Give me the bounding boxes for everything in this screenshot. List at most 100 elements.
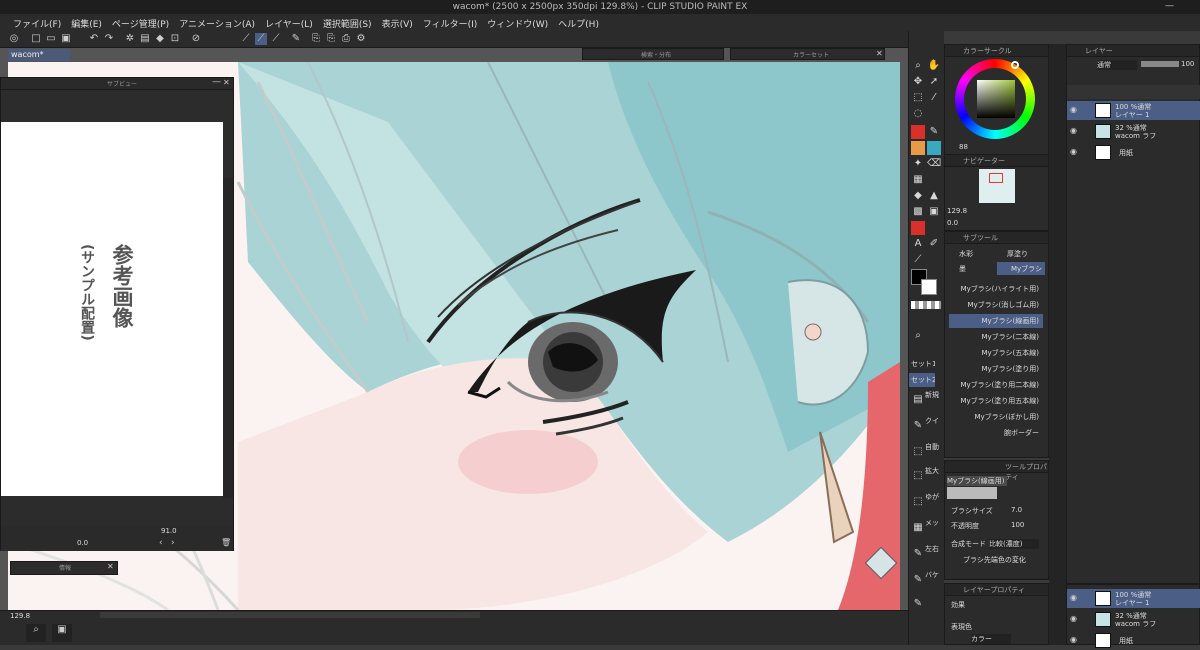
- hue-marker[interactable]: [1011, 61, 1019, 69]
- navigator-angle[interactable]: 0.0: [947, 219, 958, 227]
- operation-tool-icon[interactable]: ➚: [927, 75, 941, 89]
- delete-icon[interactable]: 🗑: [221, 538, 231, 547]
- layer-name[interactable]: 用紙: [1119, 148, 1133, 158]
- menu-layer[interactable]: レイヤー(L): [260, 14, 318, 31]
- menu-page[interactable]: ページ管理(P): [107, 14, 174, 31]
- fill-tool-icon[interactable]: ◆: [911, 189, 925, 203]
- navigator-zoom[interactable]: 129.8: [947, 207, 967, 215]
- flip-icon[interactable]: ✎: [911, 547, 925, 561]
- layer-opacity[interactable]: 100: [1181, 60, 1194, 68]
- mesh-icon[interactable]: ▦: [911, 521, 925, 535]
- horizontal-scrollbar[interactable]: [100, 612, 480, 618]
- eraser-icon[interactable]: ⌫: [927, 157, 941, 171]
- hsv-readout[interactable]: 88: [959, 143, 968, 151]
- subview-angle[interactable]: 0.0: [77, 539, 88, 547]
- quick-label-kui[interactable]: クイ: [925, 417, 939, 425]
- layer-name[interactable]: wacom ラフ: [1115, 619, 1156, 629]
- brush-item[interactable]: Myブラシ(ハイライト用): [949, 282, 1043, 296]
- ruler-snap-icon[interactable]: ⟋: [255, 33, 267, 45]
- settings-icon[interactable]: ⚙: [355, 33, 367, 45]
- opacity-slider[interactable]: [1141, 61, 1179, 67]
- eye-icon[interactable]: ◉: [1070, 615, 1079, 623]
- set2-tab[interactable]: セット2: [909, 373, 935, 387]
- menu-selection[interactable]: 選択範囲(S): [318, 14, 377, 31]
- quick-icon[interactable]: ✎: [911, 419, 925, 433]
- app-icon[interactable]: ◎: [8, 33, 20, 45]
- tip-color-label[interactable]: ブラシ先端色の変化: [963, 555, 1026, 565]
- new-icon[interactable]: ▤: [911, 393, 925, 407]
- eyedropper-icon[interactable]: ⁄: [927, 91, 941, 105]
- layer-name[interactable]: レイヤー 1: [1115, 598, 1149, 608]
- transparent-swatch[interactable]: [911, 301, 941, 309]
- brush-size-value[interactable]: 7.0: [1011, 506, 1022, 514]
- brush-item[interactable]: 腕ボーダー: [949, 426, 1043, 440]
- eye-icon[interactable]: ◉: [1070, 636, 1079, 644]
- search-tab[interactable]: 検索・分布: [641, 50, 671, 59]
- zoom-readout[interactable]: 129.8: [10, 612, 30, 620]
- group-watercolor[interactable]: 水彩: [949, 247, 997, 260]
- clear-icon[interactable]: ▤: [139, 33, 151, 45]
- edit-icon[interactable]: ✎: [290, 33, 302, 45]
- saturation-square[interactable]: [977, 80, 1015, 118]
- brush-item[interactable]: Myブラシ(五本線): [949, 346, 1043, 360]
- brush-item[interactable]: Myブラシ(塗り用五本線): [949, 394, 1043, 408]
- brush-item[interactable]: Myブラシ(消しゴム用): [949, 298, 1043, 312]
- undo-icon[interactable]: ↶: [88, 33, 100, 45]
- brush-item[interactable]: Myブラシ(塗り用二本線): [949, 378, 1043, 392]
- eye-icon[interactable]: ◉: [1070, 594, 1079, 602]
- brush-item[interactable]: Myブラシ(塗り用): [949, 362, 1043, 376]
- eye-icon[interactable]: ◉: [1070, 148, 1079, 156]
- minimize-icon[interactable]: —: [1165, 1, 1175, 11]
- menu-edit[interactable]: 編集(E): [66, 14, 107, 31]
- subview-zoom[interactable]: 91.0: [161, 527, 177, 535]
- layer-row[interactable]: ◉ 100 %通常 レイヤー 1: [1067, 101, 1200, 120]
- subview-minimize-icon[interactable]: —: [212, 77, 221, 87]
- navigator-viewport[interactable]: [989, 173, 1003, 183]
- quick-label-enlarge[interactable]: 拡大: [925, 467, 939, 475]
- document-tab[interactable]: wacom*: [8, 49, 70, 61]
- pattern-icon[interactable]: ▩: [911, 205, 925, 219]
- prev-icon[interactable]: ‹: [159, 538, 163, 548]
- paste-icon[interactable]: ⎙: [340, 33, 352, 45]
- quick-label-bucket[interactable]: バケ: [925, 571, 939, 579]
- expression-color-select[interactable]: カラー: [971, 634, 1011, 644]
- hand-tool-icon[interactable]: ✋: [927, 59, 941, 73]
- deselect-icon[interactable]: ✲: [124, 33, 136, 45]
- opacity-value[interactable]: 100: [1011, 521, 1024, 529]
- layer-row[interactable]: ◉ 用紙: [1067, 143, 1200, 162]
- menu-view[interactable]: 表示(V): [377, 14, 418, 31]
- group-mybrush[interactable]: Myブラシ: [997, 262, 1045, 275]
- bucket-icon[interactable]: ✎: [911, 573, 925, 587]
- search-tool-icon[interactable]: ⌕: [911, 329, 925, 343]
- new-file-icon[interactable]: □: [30, 33, 42, 45]
- redo-icon[interactable]: ↷: [103, 33, 115, 45]
- close-icon[interactable]: ✕: [876, 49, 883, 58]
- subview-scrollbar[interactable]: [223, 178, 233, 498]
- auto-select-icon[interactable]: ⬚: [911, 445, 925, 459]
- ruler-tool-icon[interactable]: [911, 221, 925, 235]
- frame-icon[interactable]: ▣: [927, 205, 941, 219]
- panel-toggle-icon[interactable]: ▣: [52, 624, 72, 642]
- crop-icon[interactable]: ⊘: [190, 33, 202, 45]
- open-folder-icon[interactable]: ▭: [45, 33, 57, 45]
- search-icon[interactable]: ⌕: [26, 624, 46, 642]
- airbrush-icon[interactable]: [927, 141, 941, 155]
- group-thickpaint[interactable]: 厚塗り: [997, 247, 1045, 260]
- line-icon[interactable]: ⟋: [911, 253, 925, 267]
- move-tool-icon[interactable]: ✥: [911, 75, 925, 89]
- blend-mode-select[interactable]: 比較(濃度): [989, 539, 1039, 549]
- brush-icon[interactable]: [911, 141, 925, 155]
- enlarge-icon[interactable]: ⬚: [911, 469, 925, 483]
- layer-row[interactable]: ◉ 用紙: [1067, 631, 1200, 650]
- menu-window[interactable]: ウィンドウ(W): [482, 14, 553, 31]
- blend-icon[interactable]: ▦: [911, 173, 925, 187]
- snap-icon[interactable]: ⟋: [270, 33, 282, 45]
- sub-color-swatch[interactable]: [921, 279, 937, 295]
- info-close-icon[interactable]: ✕: [107, 562, 114, 571]
- menu-filter[interactable]: フィルター(I): [418, 14, 483, 31]
- export-icon[interactable]: ⎘: [310, 33, 322, 45]
- copy-icon[interactable]: ⎘: [325, 33, 337, 45]
- quick-label-new[interactable]: 新規: [925, 391, 939, 399]
- brush-item[interactable]: Myブラシ(ぼかし用): [949, 410, 1043, 424]
- eye-icon[interactable]: ◉: [1070, 106, 1079, 114]
